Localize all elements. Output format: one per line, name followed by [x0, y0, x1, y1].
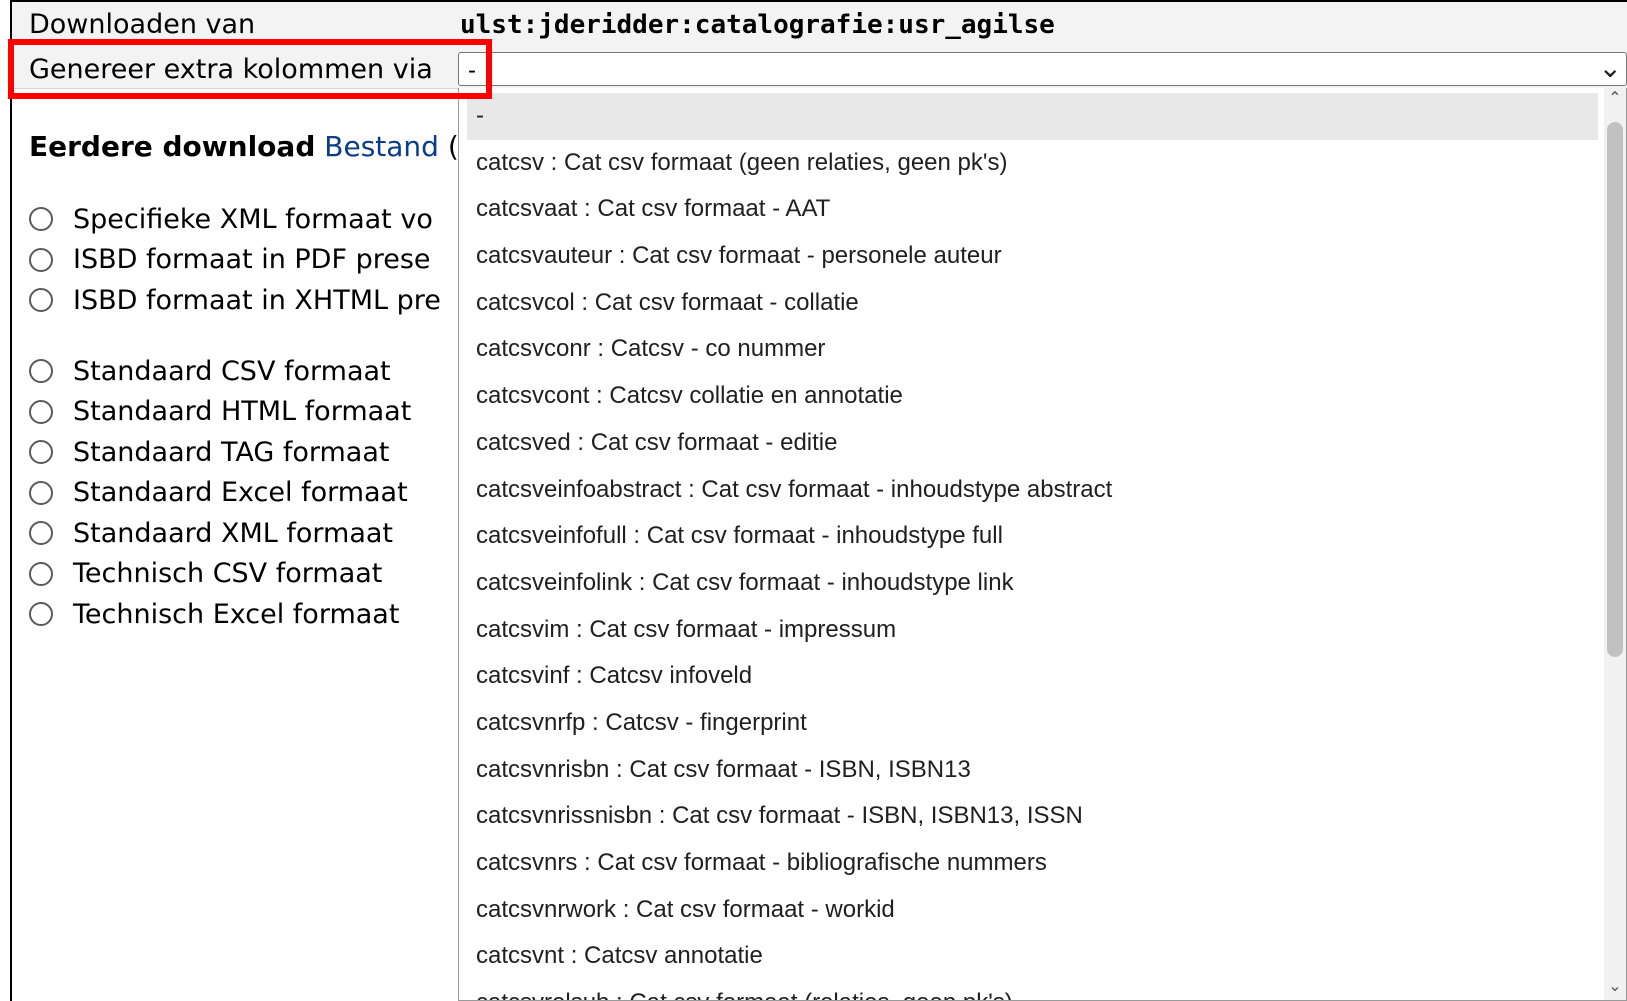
special-format-options: Specifieke XML formaat vo ISBD formaat i… — [29, 199, 441, 321]
dropdown-option[interactable]: catcsveinfolink : Cat csv formaat - inho… — [459, 560, 1598, 607]
format-option[interactable]: Standaard CSV formaat — [29, 351, 411, 392]
format-option-label: Standaard Excel formaat — [73, 477, 408, 509]
dropdown-option[interactable]: catcsvauteur : Cat csv formaat - persone… — [459, 233, 1598, 280]
format-option-label: Specifieke XML formaat vo — [73, 203, 433, 235]
dropdown-option[interactable]: catcsvnt : Catcsv annotatie — [459, 933, 1598, 980]
scroll-down-icon[interactable]: ⌄ — [1604, 976, 1626, 1000]
format-option[interactable]: Technisch Excel formaat — [29, 594, 411, 635]
format-option[interactable]: ISBD formaat in PDF prese — [29, 240, 441, 281]
radio-button[interactable] — [29, 561, 53, 586]
dropdown-option[interactable]: catcsvnrfp : Catcsv - fingerprint — [459, 700, 1598, 747]
format-option-label: Standaard TAG formaat — [73, 436, 390, 468]
format-option[interactable]: Standaard TAG formaat — [29, 432, 411, 473]
dropdown-option[interactable]: catcsv : Cat csv formaat (geen relaties,… — [459, 140, 1598, 187]
format-option[interactable]: Standaard HTML formaat — [29, 392, 411, 433]
dropdown-option[interactable]: catcsvcont : Catcsv collatie en annotati… — [459, 373, 1598, 420]
dropdown-option[interactable]: catcsveinfofull : Cat csv formaat - inho… — [459, 513, 1598, 560]
scrollbar-thumb[interactable] — [1607, 122, 1623, 657]
radio-button[interactable] — [29, 207, 53, 232]
dropdown-option[interactable]: - — [467, 93, 1598, 140]
scroll-up-icon[interactable]: ⌃ — [1604, 88, 1626, 112]
dropdown-option[interactable]: catcsveinfoabstract : Cat csv formaat - … — [459, 467, 1598, 514]
format-option[interactable]: Technisch CSV formaat — [29, 554, 411, 595]
dropdown-option[interactable]: catcsvim : Cat csv formaat - impressum — [459, 607, 1598, 654]
earlier-download-file-link[interactable]: Bestand — [324, 130, 439, 163]
radio-button[interactable] — [29, 288, 53, 313]
format-option[interactable]: ISBD formaat in XHTML pre — [29, 280, 441, 321]
dropdown-option[interactable]: catcsvconr : Catcsv - co nummer — [459, 326, 1598, 373]
radio-button[interactable] — [29, 521, 53, 546]
radio-button[interactable] — [29, 399, 53, 424]
radio-button[interactable] — [29, 359, 53, 384]
radio-button[interactable] — [29, 602, 53, 627]
dropdown-option[interactable]: catcsvrelsub : Cat csv formaat (relaties… — [459, 980, 1598, 1000]
format-option-label: Standaard XML formaat — [73, 517, 394, 549]
dropdown-option[interactable]: catcsvinf : Catcsv infoveld — [459, 653, 1598, 700]
dropdown-option[interactable]: catcsvnrs : Cat csv formaat - bibliograf… — [459, 840, 1598, 887]
download-source-value: ulst:jderidder:catalografie:usr_agilse — [460, 10, 1055, 40]
dropdown-option[interactable]: catcsved : Cat csv formaat - editie — [459, 420, 1598, 467]
format-option-label: ISBD formaat in XHTML pre — [73, 284, 441, 316]
extra-columns-select[interactable]: - ⌄ — [458, 51, 1627, 86]
dropdown-option[interactable]: catcsvcol : Cat csv formaat - collatie — [459, 280, 1598, 327]
format-option-label: Technisch CSV formaat — [73, 558, 383, 590]
earlier-download-label: Eerdere download — [29, 130, 316, 163]
radio-button[interactable] — [29, 480, 53, 505]
standard-format-options: Standaard CSV formaat Standaard HTML for… — [29, 351, 411, 635]
dropdown-option[interactable]: catcsvnrwork : Cat csv formaat - workid — [459, 887, 1598, 934]
download-from-label: Downloaden van — [29, 9, 256, 40]
dropdown-option[interactable]: catcsvnrissnisbn : Cat csv formaat - ISB… — [459, 793, 1598, 840]
dropdown-option[interactable]: catcsvaat : Cat csv formaat - AAT — [459, 186, 1598, 233]
extra-columns-dropdown-list[interactable]: - catcsv : Cat csv formaat (geen relatie… — [458, 88, 1627, 1001]
format-option[interactable]: Standaard Excel formaat — [29, 473, 411, 514]
format-option-label: Standaard HTML formaat — [73, 396, 412, 428]
select-current-value: - — [468, 57, 476, 84]
format-option-label: Technisch Excel formaat — [73, 598, 400, 630]
format-option-label: ISBD formaat in PDF prese — [73, 244, 431, 276]
format-option[interactable]: Specifieke XML formaat vo — [29, 199, 441, 240]
dropdown-scrollbar[interactable]: ⌃ ⌄ — [1604, 88, 1626, 1000]
generate-columns-label: Genereer extra kolommen via — [29, 54, 433, 85]
radio-button[interactable] — [29, 247, 53, 272]
dropdown-option[interactable]: catcsvnrisbn : Cat csv formaat - ISBN, I… — [459, 747, 1598, 794]
format-option-label: Standaard CSV formaat — [73, 355, 391, 387]
earlier-download: Eerdere download Bestand ( — [29, 130, 459, 163]
chevron-down-icon[interactable]: ⌄ — [1599, 51, 1622, 84]
dropdown-options: - catcsv : Cat csv formaat (geen relatie… — [459, 93, 1598, 1000]
format-option[interactable]: Standaard XML formaat — [29, 513, 411, 554]
radio-button[interactable] — [29, 440, 53, 465]
